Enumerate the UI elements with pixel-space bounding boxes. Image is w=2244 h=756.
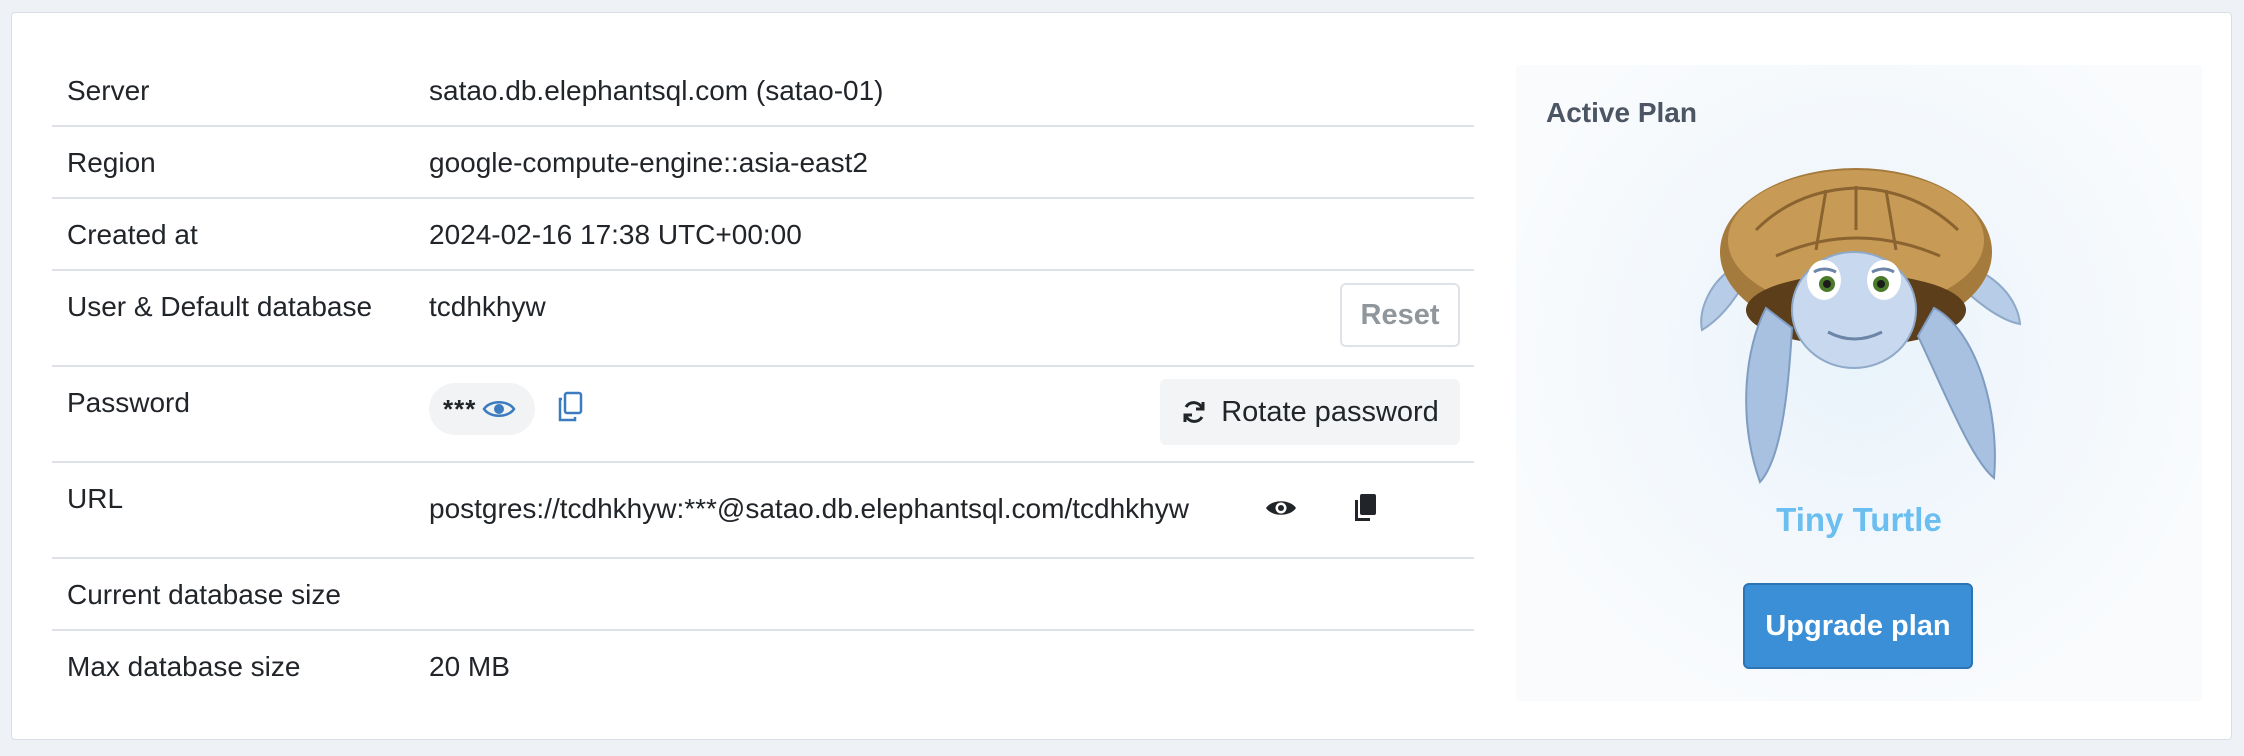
created-value: 2024-02-16 17:38 UTC+00:00 <box>429 219 802 250</box>
url-label: URL <box>67 483 124 514</box>
password-row: Password *** Rotate password <box>52 365 1474 463</box>
server-row: Server satao.db.elephantsql.com (satao-0… <box>52 53 1474 127</box>
url-copy-icon[interactable] <box>1352 493 1378 523</box>
max-size-row: Max database size 20 MB <box>52 629 1474 701</box>
server-label: Server <box>67 75 150 106</box>
current-size-row: Current database size <box>52 557 1474 631</box>
user-row: User & Default database tcdhkhyw Reset <box>52 269 1474 367</box>
user-label: User & Default database <box>67 291 373 322</box>
server-value: satao.db.elephantsql.com (satao-01) <box>429 75 884 106</box>
rotate-password-button[interactable]: Rotate password <box>1160 379 1460 445</box>
max-size-value: 20 MB <box>429 651 510 682</box>
rotate-password-label: Rotate password <box>1221 395 1439 428</box>
eye-icon[interactable] <box>482 398 516 420</box>
region-row: Region google-compute-engine::asia-east2 <box>52 125 1474 199</box>
reset-button[interactable]: Reset <box>1340 283 1460 347</box>
region-label: Region <box>67 147 156 178</box>
password-reveal-pill[interactable]: *** <box>429 383 535 435</box>
refresh-icon <box>1181 399 1207 425</box>
turtle-mascot <box>1700 168 2022 484</box>
upgrade-plan-button[interactable]: Upgrade plan <box>1743 583 1973 669</box>
max-size-label: Max database size <box>67 651 301 682</box>
created-row: Created at 2024-02-16 17:38 UTC+00:00 <box>52 197 1474 271</box>
active-plan-panel: Active Plan Tiny Turtle Upgrade plan <box>1516 65 2202 701</box>
url-row: URL postgres://tcdhkhyw:***@satao.db.ele… <box>52 461 1474 559</box>
plan-title: Active Plan <box>1546 97 1697 128</box>
url-eye-icon[interactable] <box>1264 497 1298 519</box>
database-details-card: Server satao.db.elephantsql.com (satao-0… <box>11 12 2232 740</box>
user-value: tcdhkhyw <box>429 291 546 322</box>
password-label: Password <box>67 387 190 418</box>
password-masked: *** <box>443 393 477 424</box>
current-size-label: Current database size <box>67 579 341 610</box>
created-label: Created at <box>67 219 198 250</box>
plan-name: Tiny Turtle <box>1776 501 1942 538</box>
copy-icon[interactable] <box>556 391 584 423</box>
region-value: google-compute-engine::asia-east2 <box>429 147 868 178</box>
url-value: postgres://tcdhkhyw:***@satao.db.elephan… <box>429 493 1189 524</box>
